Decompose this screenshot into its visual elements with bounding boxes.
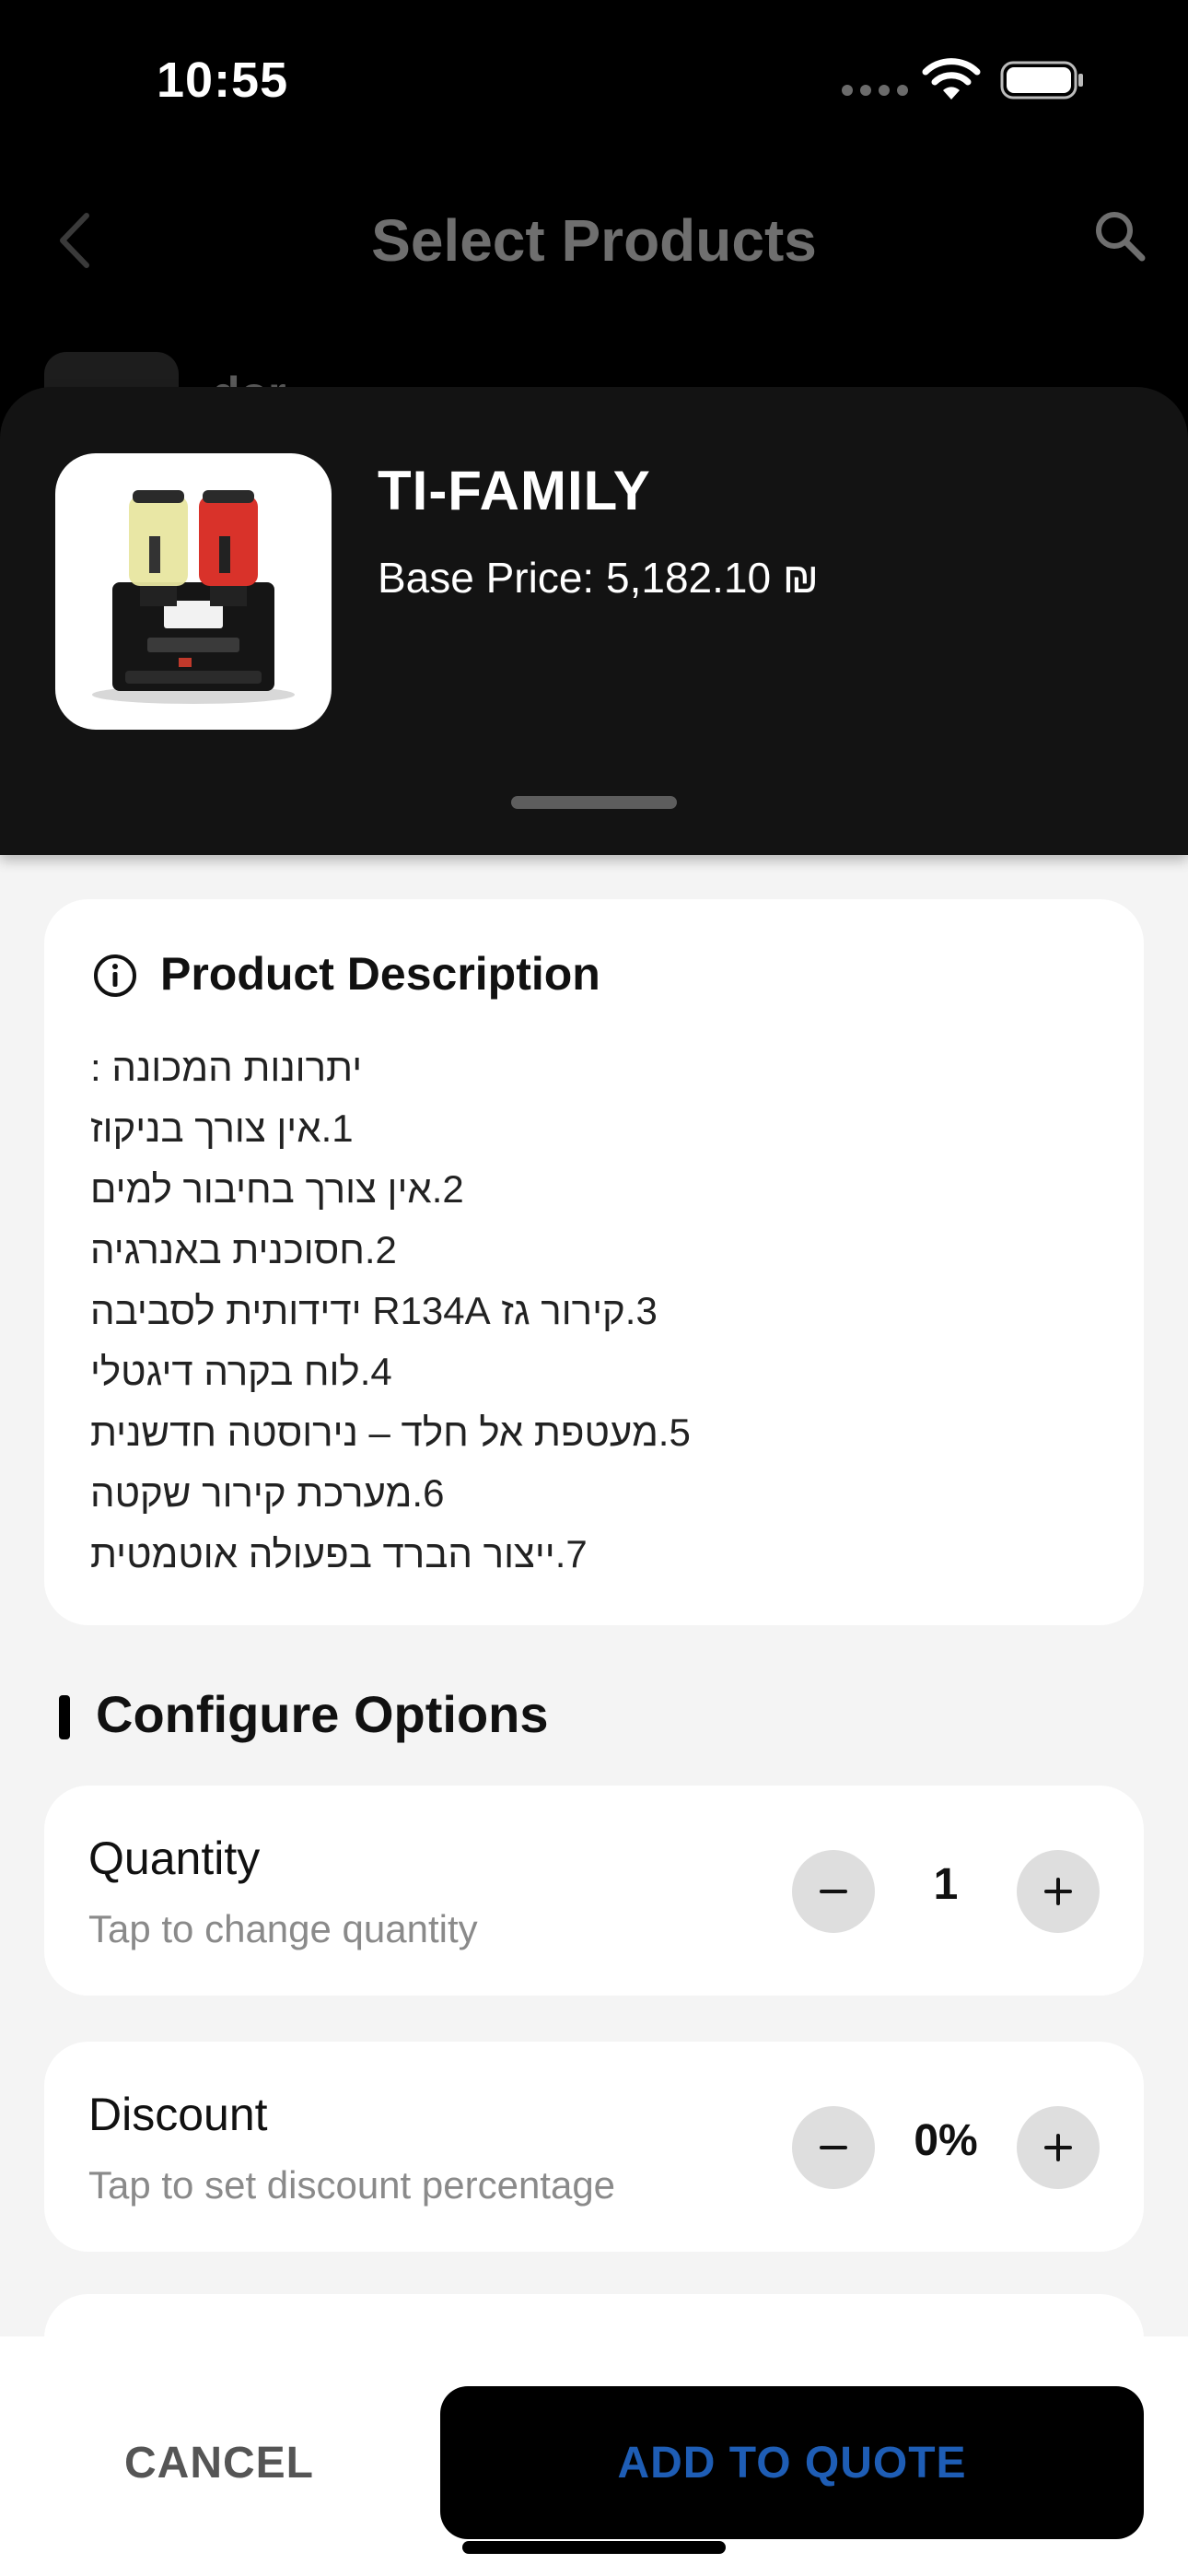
status-time: 10:55: [157, 53, 289, 108]
cancel-button[interactable]: CANCEL: [44, 2386, 394, 2539]
quantity-label: Quantity: [88, 1832, 261, 1884]
description-line: 1.אין צורך בניקוז: [90, 1107, 354, 1150]
battery-icon: [1000, 61, 1083, 100]
description-text: יתרונות המכונה : 1.אין צורך בניקוז 2.אין…: [90, 1037, 1103, 1585]
description-line: 3.קירור גז R134A ידידותית לסביבה: [90, 1289, 658, 1332]
quantity-card: Quantity Tap to change quantity 1: [44, 1786, 1144, 1996]
description-line: 7.ייצור הברד בפעולה אוטמטית: [90, 1532, 588, 1575]
discount-increment-button[interactable]: [1017, 2106, 1100, 2189]
home-indicator: [462, 2541, 726, 2554]
discount-value[interactable]: 0%: [875, 2115, 1017, 2166]
quantity-increment-button[interactable]: [1017, 1850, 1100, 1933]
base-price: Base Price: 5,182.10 ₪: [378, 554, 819, 602]
section-accent-bar: [59, 1695, 70, 1739]
minus-icon: [820, 1890, 847, 1893]
discount-hint: Tap to set discount percentage: [88, 2163, 616, 2207]
status-bar: 10:55: [0, 0, 1188, 138]
product-image: [55, 453, 332, 730]
page-title: Select Products: [371, 207, 817, 274]
section-title: Configure Options: [96, 1685, 549, 1743]
description-title: Product Description: [160, 948, 600, 1000]
quantity-value[interactable]: 1: [875, 1859, 1017, 1910]
cellular-signal-icon: [842, 85, 908, 96]
discount-decrement-button[interactable]: [792, 2106, 875, 2189]
search-icon[interactable]: [1092, 208, 1147, 263]
info-icon: [94, 954, 136, 997]
discount-card: Discount Tap to set discount percentage …: [44, 2042, 1144, 2252]
discount-label: Discount: [88, 2089, 268, 2140]
plus-icon: [1044, 2134, 1072, 2161]
drag-handle[interactable]: [511, 796, 677, 809]
plus-icon: [1044, 1878, 1072, 1905]
product-sheet-header: TI-FAMILY Base Price: 5,182.10 ₪: [0, 387, 1188, 855]
product-name: TI-FAMILY: [378, 460, 651, 521]
description-line: 2.חסוכנית באנרגיה: [90, 1228, 397, 1271]
description-line: 2.אין צורך בחיבור למים: [90, 1167, 464, 1211]
description-line: 6.מערכת קירור שקטה: [90, 1471, 445, 1515]
quantity-decrement-button[interactable]: [792, 1850, 875, 1933]
quantity-hint: Tap to change quantity: [88, 1907, 478, 1950]
product-description-card: Product Description יתרונות המכונה : 1.א…: [44, 899, 1144, 1625]
description-line: יתרונות המכונה :: [90, 1046, 363, 1089]
add-to-quote-button[interactable]: ADD TO QUOTE: [440, 2386, 1144, 2539]
footer-actions: CANCEL ADD TO QUOTE: [0, 2336, 1188, 2576]
slush-machine-image: [92, 490, 295, 704]
description-line: 5.מעטפת אל חלד – נירוסטה חדשנית: [90, 1411, 691, 1454]
description-line: 4.לוח בקרה דיגטלי: [90, 1350, 392, 1393]
wifi-icon: [922, 58, 981, 100]
minus-icon: [820, 2146, 847, 2149]
